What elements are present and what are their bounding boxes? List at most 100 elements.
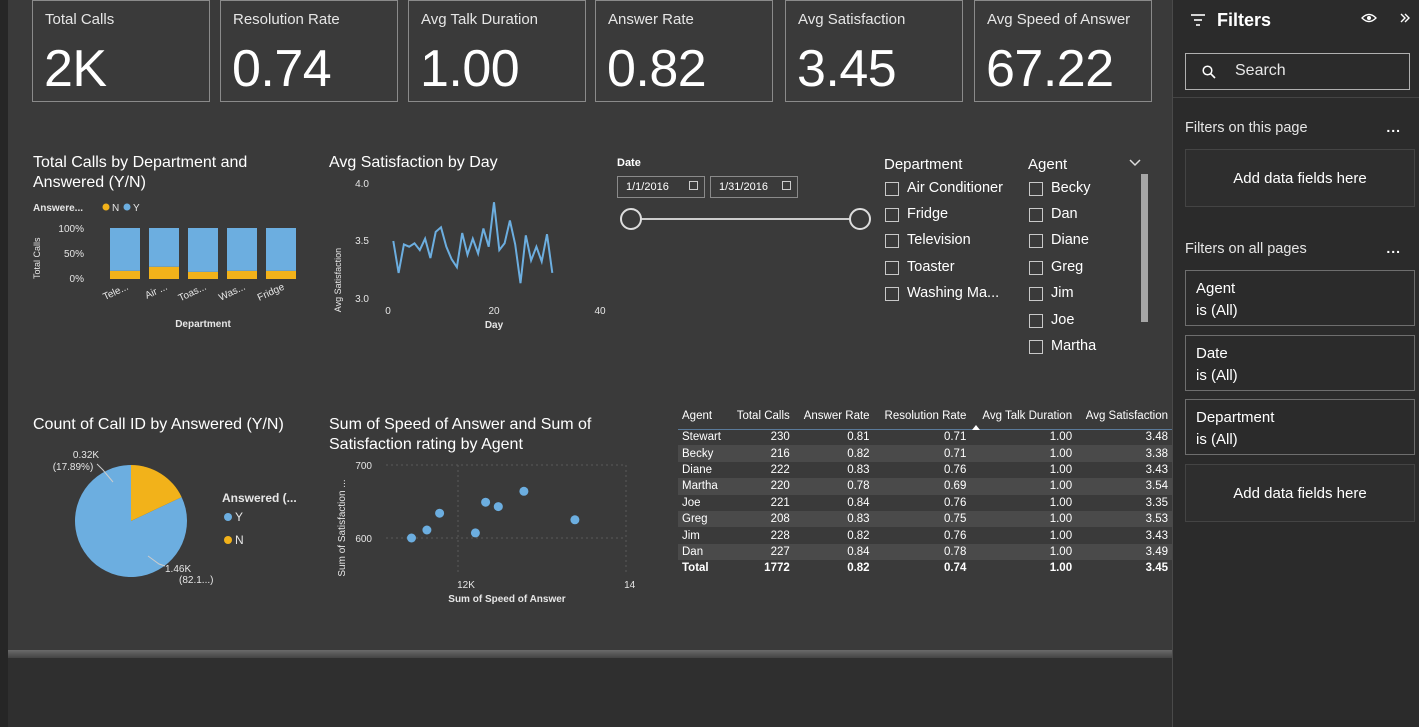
- table-total-cell: 1.00: [1049, 562, 1073, 575]
- date-end-input[interactable]: 1/31/2016: [710, 176, 798, 198]
- more-options-icon[interactable]: ...: [1386, 240, 1401, 256]
- add-data-fields-page-dropzone[interactable]: Add data fields here: [1185, 149, 1415, 207]
- kpi-card-answer-rate[interactable]: Answer Rate 0.82: [595, 0, 773, 102]
- table-header-row: Agent Total Calls Answer Rate Resolution…: [678, 403, 1172, 430]
- date-range-track[interactable]: [631, 218, 860, 220]
- scatter-point[interactable]: [493, 502, 503, 512]
- eye-icon[interactable]: [1361, 13, 1377, 23]
- column-header-avg-satisfaction[interactable]: Avg Satisfaction: [1076, 403, 1172, 429]
- kpi-card-avg-satisfaction[interactable]: Avg Satisfaction 3.45: [785, 0, 963, 102]
- checkbox[interactable]: [1029, 261, 1043, 275]
- column-header-avg-talk-duration[interactable]: Avg Talk Duration: [970, 403, 1076, 430]
- report-canvas: Total Calls 2K Resolution Rate 0.74 Avg …: [8, 0, 1172, 652]
- checkbox[interactable]: [885, 287, 899, 301]
- table-cell: 3.54: [1076, 478, 1172, 495]
- checkbox[interactable]: [885, 261, 899, 275]
- agent-slicer-scrollbar[interactable]: [1141, 174, 1148, 322]
- checkbox[interactable]: [1029, 340, 1043, 354]
- scatter-point[interactable]: [481, 497, 491, 507]
- bar-segment-y[interactable]: [188, 228, 218, 272]
- scatter-point[interactable]: [519, 486, 529, 496]
- table-row[interactable]: Dan 227 0.84 0.78 1.00 3.49: [678, 543, 1172, 561]
- column-header-resolution-rate[interactable]: Resolution Rate: [874, 403, 971, 429]
- checkbox[interactable]: [1029, 314, 1043, 328]
- scatter-chart-title: Sum of Speed of Answer and Sum of Satisf…: [329, 415, 591, 455]
- scatter-x-tick: 14K: [624, 580, 636, 591]
- checkbox[interactable]: [885, 182, 899, 196]
- scatter-point[interactable]: [435, 508, 445, 518]
- divider: [1173, 97, 1419, 98]
- answered-pie-chart[interactable]: 0.32K (17.89%) 1.46K (82.1...) Answered …: [33, 440, 323, 600]
- dept-chart-title: Total Calls by Department and Answered (…: [33, 154, 248, 191]
- chevron-down-icon[interactable]: [1129, 158, 1141, 168]
- department-slicer-title: Department: [884, 156, 963, 173]
- bar-segment-n[interactable]: [266, 270, 296, 279]
- more-options-icon[interactable]: ...: [1386, 119, 1401, 135]
- table-row[interactable]: Becky 216 0.82 0.71 1.00 3.38: [678, 445, 1172, 462]
- legend-dot-n: [224, 536, 232, 544]
- date-slicer-label: Date: [617, 157, 641, 169]
- column-header-total-calls[interactable]: Total Calls: [728, 403, 794, 429]
- calendar-icon[interactable]: [782, 181, 791, 190]
- column-header-agent[interactable]: Agent: [678, 403, 728, 429]
- table-cell: 0.84: [793, 543, 874, 561]
- dept-bar-chart[interactable]: Answere... N Y Total Calls 100% 50% 0% T…: [26, 195, 316, 340]
- day-line-chart[interactable]: Avg Satisfaction 4.0 3.5 3.0 0 20 40 Day: [326, 176, 616, 336]
- table-row[interactable]: Joe 221 0.84 0.76 1.00 3.35: [678, 495, 1172, 511]
- table-cell: 230: [770, 431, 790, 444]
- dept-x-axis-label: Department: [175, 319, 231, 330]
- checkbox[interactable]: [885, 208, 899, 222]
- add-data-fields-all-pages-dropzone[interactable]: Add data fields here: [1185, 464, 1415, 522]
- bar-segment-y[interactable]: [227, 228, 257, 271]
- calendar-icon[interactable]: [689, 181, 698, 190]
- kpi-card-avg-speed-of-answer[interactable]: Avg Speed of Answer 67.22: [974, 0, 1152, 102]
- bar-segment-n[interactable]: [149, 266, 179, 279]
- search-placeholder: Search: [1235, 62, 1286, 79]
- bar-segment-y[interactable]: [266, 228, 296, 271]
- dept-x-tick: Fridge: [256, 282, 287, 304]
- table-cell: 0.78: [793, 478, 874, 495]
- day-y-tick: 4.0: [355, 179, 369, 190]
- checkbox[interactable]: [885, 234, 899, 248]
- checkbox[interactable]: [1029, 182, 1043, 196]
- kpi-card-avg-talk-duration[interactable]: Avg Talk Duration 1.00: [408, 0, 586, 102]
- kpi-card-total-calls[interactable]: Total Calls 2K: [32, 0, 210, 102]
- bar-segment-y[interactable]: [149, 228, 179, 267]
- checkbox[interactable]: [1029, 234, 1043, 248]
- agent-metrics-table[interactable]: Agent Total Calls Answer Rate Resolution…: [678, 403, 1172, 577]
- table-row[interactable]: Martha 220 0.78 0.69 1.00 3.54: [678, 478, 1172, 495]
- satisfaction-line[interactable]: [392, 202, 554, 284]
- table-row[interactable]: Diane 222 0.83 0.76 1.00 3.43: [678, 462, 1172, 478]
- filter-card-agent[interactable]: Agent is (All): [1185, 270, 1415, 326]
- table-cell: Joe: [682, 496, 701, 509]
- table-row[interactable]: Greg 208 0.83 0.75 1.00 3.53: [678, 510, 1172, 528]
- date-range-start-handle[interactable]: [620, 208, 642, 230]
- column-header-answer-rate[interactable]: Answer Rate: [794, 403, 874, 429]
- day-x-tick: 0: [385, 306, 391, 317]
- scatter-point[interactable]: [470, 528, 480, 538]
- filters-search-input[interactable]: Search: [1185, 53, 1410, 90]
- filter-card-date[interactable]: Date is (All): [1185, 335, 1415, 391]
- bar-segment-n[interactable]: [188, 271, 218, 279]
- date-range-end-handle[interactable]: [849, 208, 871, 230]
- checkbox[interactable]: [1029, 208, 1043, 222]
- bar-segment-n[interactable]: [110, 270, 140, 279]
- dept-x-tick: Toas...: [177, 282, 208, 304]
- date-start-input[interactable]: 1/1/2016: [617, 176, 705, 198]
- kpi-card-resolution-rate[interactable]: Resolution Rate 0.74: [220, 0, 398, 102]
- bar-segment-n[interactable]: [227, 270, 257, 279]
- table-total-row: Total 1772 0.82 0.74 1.00 3.45: [678, 560, 1172, 576]
- table-row[interactable]: Stewart 230 0.81 0.71 1.00 3.48: [678, 429, 1172, 445]
- filter-card-department[interactable]: Department is (All): [1185, 399, 1415, 455]
- scatter-point[interactable]: [570, 515, 580, 525]
- kpi-label: Avg Talk Duration: [421, 11, 539, 28]
- bar-segment-y[interactable]: [110, 228, 140, 271]
- filter-state: is (All): [1196, 431, 1238, 448]
- collapse-pane-icon[interactable]: [1400, 13, 1410, 23]
- scatter-point[interactable]: [422, 525, 432, 535]
- table-row[interactable]: Jim 228 0.82 0.76 1.00 3.43: [678, 527, 1172, 543]
- checkbox[interactable]: [1029, 287, 1043, 301]
- speed-satisfaction-scatter[interactable]: Sum of Satisfaction ... 700 600 12K 14K …: [326, 456, 636, 608]
- scatter-point[interactable]: [407, 533, 416, 543]
- table-cell: 3.35: [1145, 496, 1168, 509]
